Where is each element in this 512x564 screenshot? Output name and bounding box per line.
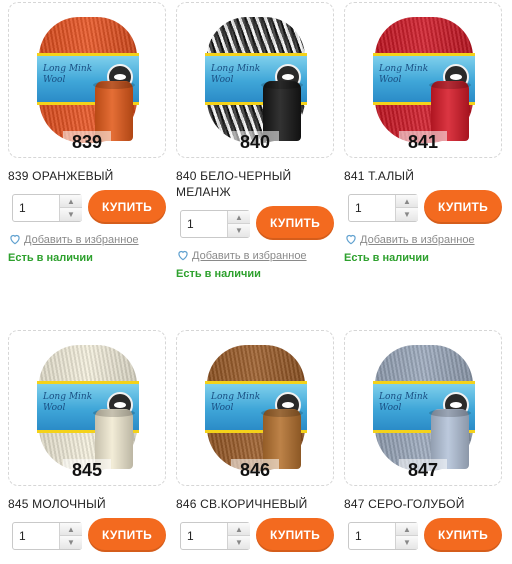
product-card: Long Mink Wool 839 839 ОРАНЖЕВЫЙ 1 ▲ ▼ К… xyxy=(8,2,168,266)
buy-button[interactable]: КУПИТЬ xyxy=(256,206,334,240)
chevron-down-icon[interactable]: ▼ xyxy=(228,224,250,237)
color-code: 840 xyxy=(231,131,279,153)
quantity-stepper[interactable]: 1 ▲ ▼ xyxy=(12,194,82,222)
quantity-stepper[interactable]: 1 ▲ ▼ xyxy=(180,522,250,550)
quantity-input[interactable]: 1 xyxy=(355,529,362,543)
quantity-stepper[interactable]: 1 ▲ ▼ xyxy=(180,210,250,238)
buy-button[interactable]: КУПИТЬ xyxy=(256,518,334,552)
favorites-label[interactable]: Добавить в избранное xyxy=(360,234,475,246)
chevron-down-icon[interactable]: ▼ xyxy=(396,208,418,221)
buy-button[interactable]: КУПИТЬ xyxy=(88,190,166,224)
chevron-up-icon[interactable]: ▲ xyxy=(396,195,418,208)
in-stock-status: Есть в наличии xyxy=(344,252,429,264)
chevron-down-icon[interactable]: ▼ xyxy=(396,536,418,549)
color-code: 841 xyxy=(399,131,447,153)
buy-button[interactable]: КУПИТЬ xyxy=(424,518,502,552)
stepper-buttons: ▲ ▼ xyxy=(227,523,250,549)
stepper-buttons: ▲ ▼ xyxy=(395,195,418,221)
add-to-favorites-link[interactable]: Добавить в избранное xyxy=(176,248,336,264)
product-title[interactable]: 840 БЕЛО-ЧЕРНЫЙ МЕЛАНЖ xyxy=(176,168,336,200)
chevron-up-icon[interactable]: ▲ xyxy=(60,523,82,536)
product-title[interactable]: 839 ОРАНЖЕВЫЙ xyxy=(8,168,168,184)
buy-button[interactable]: КУПИТЬ xyxy=(88,518,166,552)
favorites-label[interactable]: Добавить в избранное xyxy=(24,234,139,246)
color-code: 845 xyxy=(63,459,111,481)
chevron-down-icon[interactable]: ▼ xyxy=(60,208,82,221)
chevron-up-icon[interactable]: ▲ xyxy=(60,195,82,208)
product-image[interactable]: Long Mink Wool 841 xyxy=(344,2,502,158)
product-image[interactable]: Long Mink Wool 847 xyxy=(344,330,502,486)
heart-outline-icon xyxy=(10,234,20,245)
product-card: Long Mink Wool 841 841 Т.АЛЫЙ 1 ▲ ▼ КУПИ… xyxy=(344,2,504,266)
quantity-input[interactable]: 1 xyxy=(187,529,194,543)
quantity-input[interactable]: 1 xyxy=(19,529,26,543)
buy-row: 1 ▲ ▼ КУПИТЬ xyxy=(8,190,168,226)
stepper-buttons: ▲ ▼ xyxy=(395,523,418,549)
quantity-stepper[interactable]: 1 ▲ ▼ xyxy=(348,522,418,550)
add-to-favorites-link[interactable]: Добавить в избранное xyxy=(8,232,168,248)
product-title[interactable]: 841 Т.АЛЫЙ xyxy=(344,168,504,184)
chevron-down-icon[interactable]: ▼ xyxy=(228,536,250,549)
product-card: Long Mink Wool 845 845 МОЛОЧНЫЙ 1 ▲ ▼ КУ… xyxy=(8,330,168,554)
color-code: 847 xyxy=(399,459,447,481)
chevron-up-icon[interactable]: ▲ xyxy=(228,211,250,224)
in-stock-status: Есть в наличии xyxy=(8,252,93,264)
quantity-stepper[interactable]: 1 ▲ ▼ xyxy=(12,522,82,550)
stepper-buttons: ▲ ▼ xyxy=(59,523,82,549)
buy-button[interactable]: КУПИТЬ xyxy=(424,190,502,224)
product-card: Long Mink Wool 846 846 СВ.КОРИЧНЕВЫЙ 1 ▲… xyxy=(176,330,336,554)
stepper-buttons: ▲ ▼ xyxy=(227,211,250,237)
quantity-input[interactable]: 1 xyxy=(355,201,362,215)
quantity-input[interactable]: 1 xyxy=(19,201,26,215)
product-image[interactable]: Long Mink Wool 840 xyxy=(176,2,334,158)
chevron-down-icon[interactable]: ▼ xyxy=(60,536,82,549)
heart-outline-icon xyxy=(178,250,188,261)
add-to-favorites-link[interactable]: Добавить в избранное xyxy=(344,232,504,248)
product-card: Long Mink Wool 840 840 БЕЛО-ЧЕРНЫЙ МЕЛАН… xyxy=(176,2,336,282)
chevron-up-icon[interactable]: ▲ xyxy=(228,523,250,536)
buy-row: 1 ▲ ▼ КУПИТЬ xyxy=(176,206,336,242)
product-title[interactable]: 847 СЕРО-ГОЛУБОЙ xyxy=(344,496,504,512)
product-image[interactable]: Long Mink Wool 845 xyxy=(8,330,166,486)
product-image[interactable]: Long Mink Wool 846 xyxy=(176,330,334,486)
product-card: Long Mink Wool 847 847 СЕРО-ГОЛУБОЙ 1 ▲ … xyxy=(344,330,504,554)
quantity-stepper[interactable]: 1 ▲ ▼ xyxy=(348,194,418,222)
in-stock-status: Есть в наличии xyxy=(176,268,261,280)
buy-row: 1 ▲ ▼ КУПИТЬ xyxy=(344,518,504,554)
product-image[interactable]: Long Mink Wool 839 xyxy=(8,2,166,158)
color-code: 846 xyxy=(231,459,279,481)
stepper-buttons: ▲ ▼ xyxy=(59,195,82,221)
favorites-label[interactable]: Добавить в избранное xyxy=(192,250,307,262)
buy-row: 1 ▲ ▼ КУПИТЬ xyxy=(176,518,336,554)
buy-row: 1 ▲ ▼ КУПИТЬ xyxy=(8,518,168,554)
chevron-up-icon[interactable]: ▲ xyxy=(396,523,418,536)
quantity-input[interactable]: 1 xyxy=(187,217,194,231)
product-title[interactable]: 846 СВ.КОРИЧНЕВЫЙ xyxy=(176,496,336,512)
heart-outline-icon xyxy=(346,234,356,245)
color-code: 839 xyxy=(63,131,111,153)
product-title[interactable]: 845 МОЛОЧНЫЙ xyxy=(8,496,168,512)
buy-row: 1 ▲ ▼ КУПИТЬ xyxy=(344,190,504,226)
